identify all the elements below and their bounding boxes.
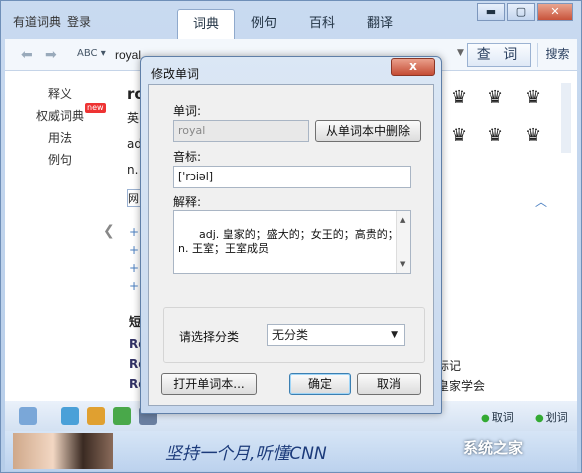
maximize-button[interactable]: ▢ — [507, 3, 535, 21]
crown-icon: ♛ — [525, 87, 542, 108]
edit-word-dialog: 修改单词 x 单词: royal 从单词本中删除 音标: ['rɔiəl] 解释… — [140, 56, 442, 414]
app-icon[interactable] — [61, 407, 79, 425]
crown-icon: ♛ — [487, 125, 504, 146]
app-title: 有道词典 登录 — [13, 13, 91, 30]
phonetic-field[interactable]: ['rɔiəl] — [173, 166, 411, 188]
definition-label: 解释: — [173, 195, 202, 209]
abc-label: ABC — [77, 48, 98, 59]
delete-from-wordbook-button[interactable]: 从单词本中删除 — [315, 120, 421, 142]
nav-item-authoritative[interactable]: 权威词典 new — [5, 103, 115, 127]
cancel-button[interactable]: 取消 — [357, 373, 421, 395]
window-controls: ▬ ▢ ✕ — [475, 3, 573, 21]
capture-word-label: 取词 — [491, 411, 514, 424]
crown-icon: ♛ — [487, 87, 504, 108]
new-badge: new — [85, 103, 106, 113]
crown-icon: ♛ — [525, 125, 542, 146]
ad-text: 坚持一个月,听懂CNN — [165, 444, 327, 464]
definition-text: adj. 皇家的；盛大的；女王的；高贵的； n. 王室；王室成员 — [178, 228, 399, 255]
ok-button[interactable]: 确定 — [289, 373, 351, 395]
category-selected-value: 无分类 — [272, 328, 309, 342]
phrase-translation: 皇家学会 — [437, 379, 486, 393]
chevron-up-icon[interactable]: ︿ — [535, 193, 547, 210]
category-label: 请选择分类 — [179, 330, 240, 344]
nav-item-examples[interactable]: 例句 — [5, 149, 115, 171]
capture-word-toggle[interactable]: ● 取词 — [481, 409, 514, 425]
magnifier-icon[interactable] — [19, 407, 37, 425]
check-icon: ● — [481, 413, 490, 424]
crown-images[interactable]: ♛ ♛ ♛ ♛ ♛ ♛ — [447, 83, 555, 153]
tab-encyclopedia[interactable]: 百科 — [293, 9, 351, 39]
nav-item-definition[interactable]: 释义 — [5, 83, 115, 105]
word-label: 单词: — [173, 104, 202, 118]
definition-line-n: n. — [127, 163, 139, 177]
title-bar: 有道词典 登录 词典 例句 百科 翻译 ▬ ▢ ✕ — [1, 1, 581, 40]
nav-item-usage[interactable]: 用法 — [5, 127, 115, 149]
left-nav: 释义 权威词典 new 用法 例句 — [5, 83, 115, 171]
web-search-button[interactable]: 搜索 — [537, 43, 577, 67]
app-name: 有道词典 — [13, 15, 62, 29]
login-link[interactable]: 登录 — [67, 15, 91, 29]
word-field: royal — [173, 120, 309, 142]
pronunciation-label: 英 — [127, 111, 140, 125]
crown-icon: ♛ — [451, 125, 468, 146]
content-scrollbar[interactable] — [561, 83, 571, 153]
select-word-label: 划词 — [545, 411, 568, 424]
minimize-button[interactable]: ▬ — [477, 3, 505, 21]
category-select[interactable]: 无分类 ▼ — [267, 324, 405, 346]
dialog-title: 修改单词 — [151, 67, 200, 81]
dialog-close-button[interactable]: x — [391, 58, 435, 76]
tab-translate[interactable]: 翻译 — [351, 9, 409, 39]
expand-plus-icon[interactable]: + — [129, 243, 139, 257]
select-word-toggle[interactable]: ● 划词 — [535, 409, 568, 425]
textarea-scrollbar[interactable]: ▲ ▼ — [396, 211, 410, 273]
expand-plus-icon[interactable]: + — [129, 225, 139, 239]
nav-item-authoritative-label: 权威词典 — [35, 109, 84, 123]
ad-banner[interactable]: 坚持一个月,听懂CNN 系统之家 — [5, 431, 577, 471]
chevron-left-icon[interactable]: ❮ — [103, 223, 115, 239]
expand-plus-icon[interactable]: + — [129, 279, 139, 293]
scroll-up-arrow-icon[interactable]: ▲ — [400, 213, 405, 227]
close-window-button[interactable]: ✕ — [537, 3, 573, 21]
scroll-down-arrow-icon[interactable]: ▼ — [400, 257, 405, 271]
chevron-down-icon: ▼ — [391, 330, 398, 340]
input-mode-selector[interactable]: ABC ▾ — [77, 48, 106, 59]
crown-icon: ♛ — [451, 87, 468, 108]
dialog-body: 单词: royal 从单词本中删除 音标: ['rɔiəl] 解释: adj. … — [148, 84, 434, 406]
open-wordbook-button[interactable]: 打开单词本... — [161, 373, 257, 395]
phonetic-label: 音标: — [173, 150, 202, 164]
search-history-dropdown-icon[interactable]: ▼ — [457, 48, 464, 58]
main-tabs: 词典 例句 百科 翻译 — [177, 5, 409, 40]
forward-arrow-icon[interactable]: ➡ — [45, 47, 57, 63]
ad-photo — [13, 433, 113, 469]
definition-textarea[interactable]: adj. 皇家的；盛大的；女王的；高贵的； n. 王室；王室成员 ▲ ▼ — [173, 210, 411, 274]
lookup-button[interactable]: 查 词 — [467, 43, 531, 67]
expand-plus-icon[interactable]: + — [129, 261, 139, 275]
tab-examples[interactable]: 例句 — [235, 9, 293, 39]
check-icon: ● — [535, 413, 544, 424]
tab-dictionary[interactable]: 词典 — [177, 9, 235, 40]
back-arrow-icon[interactable]: ⬅ — [21, 47, 33, 63]
watermark-logo: 系统之家 — [463, 439, 524, 457]
word-icon[interactable] — [87, 407, 105, 425]
tool-icon[interactable] — [113, 407, 131, 425]
